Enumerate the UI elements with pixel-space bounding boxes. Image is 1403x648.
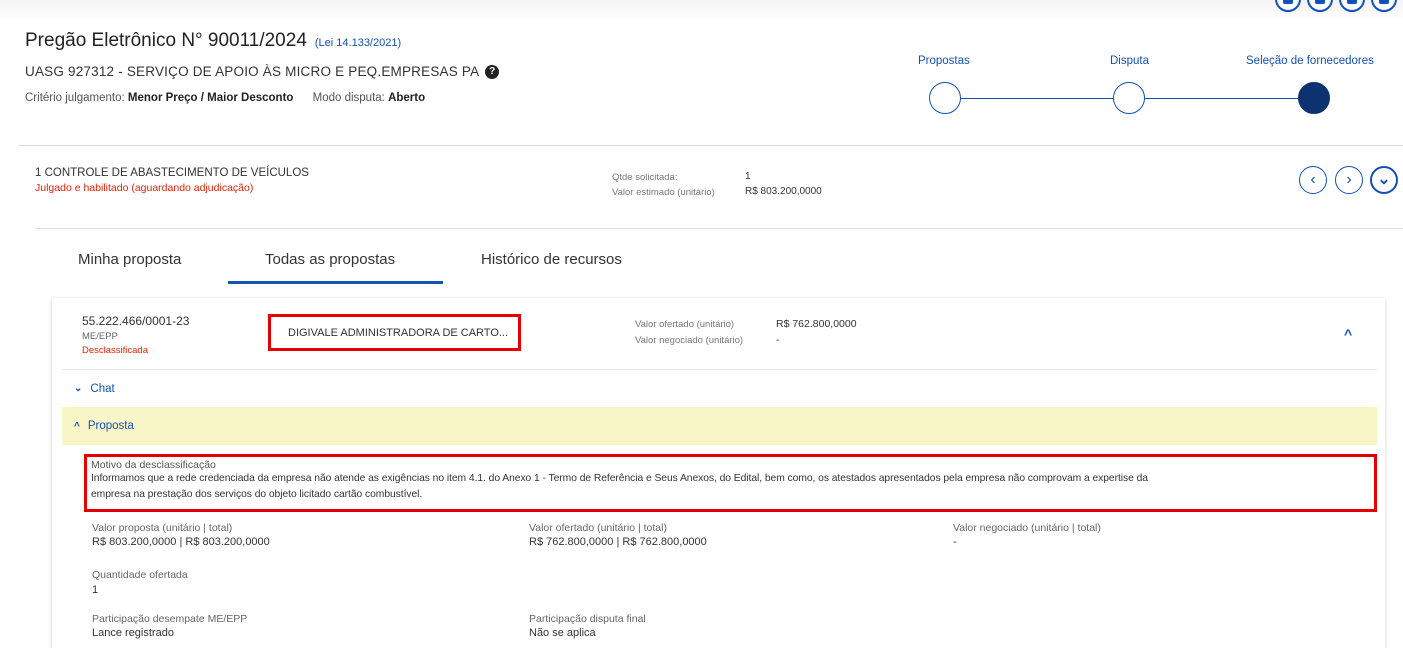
valor-negociado-label: Valor negociado (unitário) <box>635 335 744 346</box>
criteria-value: Menor Preço / Maior Desconto <box>127 92 294 104</box>
valor-ofertado-total-value: R$ 762.800,0000 | R$ 762.800,0000 <box>529 536 707 548</box>
item-status: Julgado e habilitado (aguardando adjudic… <box>35 182 254 194</box>
step-label-selecao: Seleção de fornecedores <box>1246 55 1374 67</box>
valor-ofertado-label: Valor ofertado (unitário) <box>635 319 735 330</box>
tab-todas-propostas[interactable]: Todas as propostas <box>265 251 395 268</box>
chat-accordion[interactable]: ⌄ Chat <box>62 369 1377 407</box>
valor-negociado-total-label: Valor negociado (unitário | total) <box>953 522 1101 534</box>
active-tab-indicator <box>228 281 443 284</box>
step-circle-propostas[interactable] <box>929 82 961 114</box>
help-icon[interactable]: ? <box>485 64 500 79</box>
motivo-label: Motivo da desclassificação <box>91 459 216 471</box>
chevron-up-icon[interactable]: ^ <box>1344 326 1352 342</box>
chat-label: Chat <box>90 382 115 395</box>
page-title: Pregão Eletrônico N° 90011/2024 <box>25 30 307 51</box>
disputa-final-value: Não se aplica <box>529 627 596 639</box>
quantidade-ofertada-label: Quantidade ofertada <box>92 569 188 581</box>
step-label-propostas: Propostas <box>918 55 970 67</box>
desempate-value: Lance registrado <box>92 627 174 639</box>
qty-value: 1 <box>745 171 751 182</box>
mode-value: Aberto <box>388 92 426 104</box>
supplier-status: Desclassificada <box>82 345 148 356</box>
supplier-cnpj: 55.222.466/0001-23 <box>82 314 190 328</box>
valor-negociado-value: - <box>776 334 780 346</box>
valor-ofertado-value: R$ 762.800,0000 <box>776 318 857 330</box>
top-toolbar <box>1275 0 1397 12</box>
chevron-up-icon: ^ <box>74 420 80 432</box>
chevron-right-icon: › <box>1346 171 1352 188</box>
valor-ofertado-total-label: Valor ofertado (unitário | total) <box>529 522 667 534</box>
chevron-down-icon: ⌄ <box>74 383 83 394</box>
tab-historico-recursos[interactable]: Histórico de recursos <box>481 251 622 268</box>
valor-negociado-total-value: - <box>953 536 957 548</box>
step-circle-disputa[interactable] <box>1113 82 1145 114</box>
law-link[interactable]: (Lei 14.133/2021) <box>315 37 401 49</box>
motivo-text-line2: empresa na prestação dos serviços do obj… <box>91 488 423 500</box>
expand-item-button[interactable]: ⌄ <box>1370 166 1398 194</box>
proposta-label: Proposta <box>87 420 134 432</box>
valor-proposta-value: R$ 803.200,0000 | R$ 803.200,0000 <box>92 536 270 548</box>
item-title: 1 CONTROLE DE ABASTECIMENTO DE VEÍCULOS <box>35 167 309 179</box>
prev-item-button[interactable]: ‹ <box>1299 166 1327 194</box>
step-circle-selecao[interactable] <box>1298 82 1330 114</box>
divider <box>18 145 1403 146</box>
divider <box>35 228 1403 229</box>
proposta-accordion[interactable]: ^ Proposta <box>62 407 1377 445</box>
document-icon[interactable] <box>1307 0 1333 12</box>
qty-label: Qtde solicitada: <box>612 172 678 183</box>
tab-minha-proposta[interactable]: Minha proposta <box>78 251 181 268</box>
disqualification-reason: Motivo da desclassificação Informamos qu… <box>84 454 1377 512</box>
header-watermark <box>0 0 1403 20</box>
step-label-disputa: Disputa <box>1110 55 1149 67</box>
supplier-porte: ME/EPP <box>82 331 118 342</box>
mail-icon[interactable] <box>1371 0 1397 12</box>
disputa-final-label: Participação disputa final <box>529 613 646 625</box>
motivo-text-line1: Informamos que a rede credenciada da emp… <box>91 473 1148 484</box>
download-icon[interactable] <box>1275 0 1301 12</box>
company-name: DIGIVALE ADMINISTRADORA DE CARTO... <box>268 314 521 351</box>
criteria-label: Critério julgamento: <box>25 92 125 104</box>
est-label: Valor estimado (unitário) <box>612 187 715 198</box>
next-item-button[interactable]: › <box>1335 166 1363 194</box>
quantidade-ofertada-value: 1 <box>92 584 99 596</box>
criteria-line: Critério julgamento: Menor Preço / Maior… <box>25 92 425 104</box>
chevron-left-icon: ‹ <box>1310 171 1316 188</box>
desempate-label: Participação desempate ME/EPP <box>92 613 248 625</box>
chevron-down-icon: ⌄ <box>1377 171 1391 188</box>
uasg-text: UASG 927312 - SERVIÇO DE APOIO ÀS MICRO … <box>25 64 480 79</box>
page-title-row: Pregão Eletrônico N° 90011/2024 (Lei 14.… <box>25 30 401 52</box>
est-value: R$ 803.200,0000 <box>745 186 822 197</box>
valor-proposta-label: Valor proposta (unitário | total) <box>92 522 233 534</box>
mode-label: Modo disputa: <box>312 92 385 104</box>
info-icon[interactable] <box>1339 0 1365 12</box>
uasg-line: UASG 927312 - SERVIÇO DE APOIO ÀS MICRO … <box>25 64 500 79</box>
